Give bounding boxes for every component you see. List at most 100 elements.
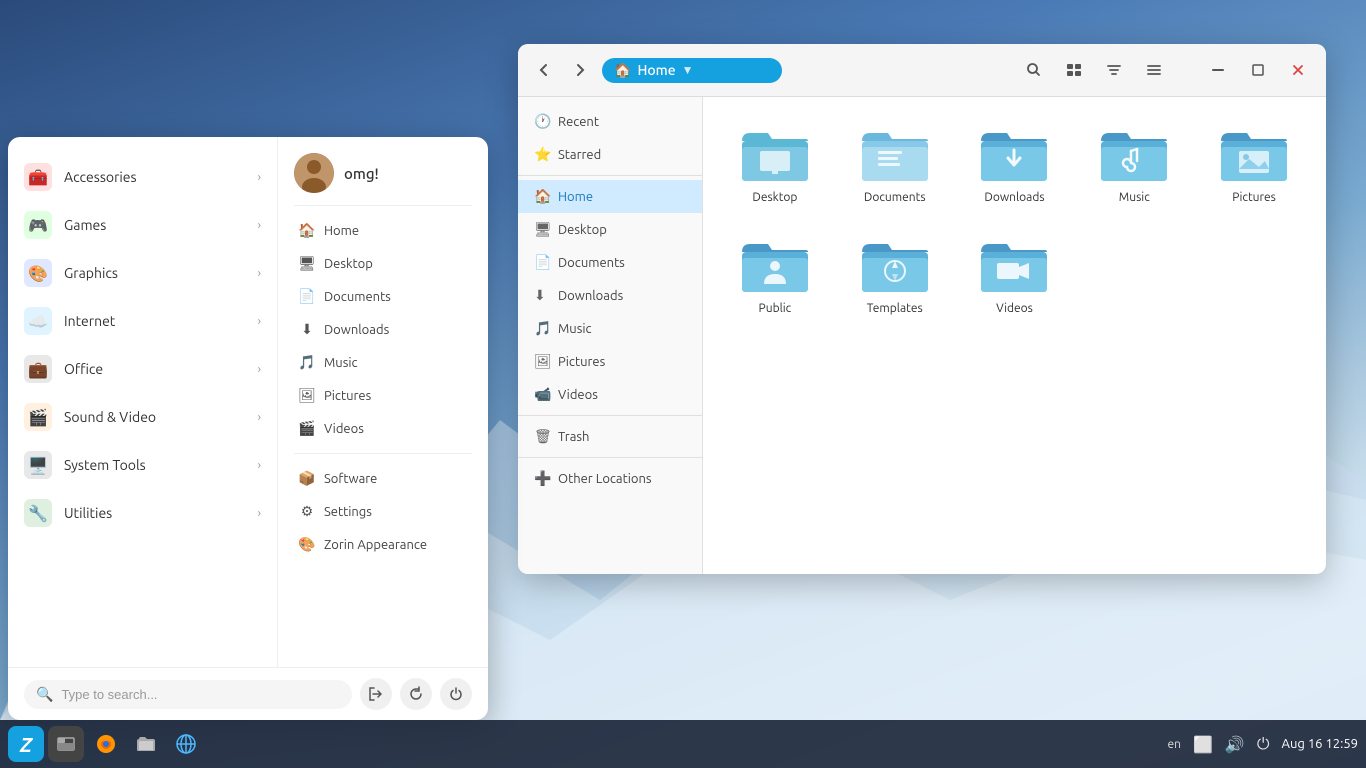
search-icon: 🔍 — [36, 686, 53, 703]
category-accessories-label: Accessories — [64, 169, 246, 185]
folder-downloads[interactable]: Downloads — [963, 117, 1067, 212]
sidebar-item-other-locations[interactable]: ➕ Other Locations — [518, 462, 702, 495]
category-games[interactable]: 🎮 Games › — [8, 201, 277, 249]
sidebar-item-starred[interactable]: ⭐ Starred — [518, 138, 702, 171]
fm-search-button[interactable] — [1018, 54, 1050, 86]
nav-pictures[interactable]: 🖼 Pictures — [294, 379, 472, 412]
graphics-arrow: › — [258, 267, 261, 280]
sidebar-item-videos[interactable]: 📹 Videos — [518, 378, 702, 411]
fm-body: 🕐 Recent ⭐ Starred 🏠 Home 🖥 Desktop 📄 Do… — [518, 97, 1326, 574]
category-graphics[interactable]: 🎨 Graphics › — [8, 249, 277, 297]
keyboard-layout[interactable]: en — [1168, 738, 1181, 751]
taskbar: Z — [0, 720, 1366, 768]
sidebar-item-desktop-label: Desktop — [558, 223, 607, 237]
nav-music-label: Music — [324, 356, 358, 370]
sidebar-item-desktop[interactable]: 🖥 Desktop — [518, 213, 702, 246]
folder-music[interactable]: Music — [1082, 117, 1186, 212]
sound-video-icon: 🎬 — [24, 403, 52, 431]
nav-videos[interactable]: 🎬 Videos — [294, 412, 472, 445]
power-tray-icon[interactable]: ⏻ — [1257, 735, 1270, 754]
office-arrow: › — [258, 363, 261, 376]
sidebar-item-documents-label: Documents — [558, 256, 625, 270]
fm-location-bar[interactable]: 🏠 Home ▼ — [602, 58, 782, 83]
system-tools-arrow: › — [258, 459, 261, 472]
power-button[interactable] — [440, 678, 472, 710]
music-nav-icon: 🎵 — [298, 354, 316, 371]
datetime-display[interactable]: Aug 16 12:59 — [1282, 737, 1359, 751]
taskbar-zorin-menu[interactable]: Z — [8, 726, 44, 762]
category-accessories[interactable]: 🧰 Accessories › — [8, 153, 277, 201]
taskbar-globe-button[interactable] — [168, 726, 204, 762]
music-icon: 🎵 — [534, 320, 550, 337]
category-graphics-label: Graphics — [64, 265, 246, 281]
home-nav-icon: 🏠 — [298, 222, 316, 239]
taskbar-firefox-button[interactable] — [88, 726, 124, 762]
nav-zorin-appearance-label: Zorin Appearance — [324, 538, 427, 552]
fm-close-button[interactable] — [1282, 54, 1314, 86]
folder-downloads-label: Downloads — [984, 191, 1044, 204]
nav-settings[interactable]: ⚙ Settings — [294, 495, 472, 528]
sidebar-item-documents[interactable]: 📄 Documents — [518, 246, 702, 279]
folder-templates[interactable]: Templates — [843, 228, 947, 323]
folder-documents-label: Documents — [864, 191, 926, 204]
sidebar-item-trash[interactable]: 🗑 Trash — [518, 420, 702, 453]
nav-software-label: Software — [324, 472, 377, 486]
zorin-appearance-icon: 🎨 — [298, 536, 316, 553]
volume-icon[interactable]: 🔊 — [1225, 735, 1245, 754]
taskbar-file-manager-button[interactable] — [128, 726, 164, 762]
logout-button[interactable] — [360, 678, 392, 710]
nav-zorin-appearance[interactable]: 🎨 Zorin Appearance — [294, 528, 472, 561]
nav-documents[interactable]: 📄 Documents — [294, 280, 472, 313]
sidebar-item-starred-label: Starred — [558, 148, 601, 162]
workspace-indicator[interactable]: ⬜ — [1193, 735, 1213, 754]
category-sound-video[interactable]: 🎬 Sound & Video › — [8, 393, 277, 441]
folder-videos[interactable]: Videos — [963, 228, 1067, 323]
taskbar-files-button[interactable] — [48, 726, 84, 762]
sidebar-divider-3 — [518, 457, 702, 458]
category-system-tools-label: System Tools — [64, 457, 246, 473]
fm-sort-button[interactable] — [1098, 54, 1130, 86]
sidebar-item-music[interactable]: 🎵 Music — [518, 312, 702, 345]
folder-documents[interactable]: Documents — [843, 117, 947, 212]
system-tools-icon: 🖥️ — [24, 451, 52, 479]
sidebar-item-music-label: Music — [558, 322, 592, 336]
fm-titlebar: 🏠 Home ▼ — [518, 44, 1326, 97]
folder-desktop[interactable]: Desktop — [723, 117, 827, 212]
videos-nav-icon: 🎬 — [298, 420, 316, 437]
fm-menu-button[interactable] — [1138, 54, 1170, 86]
sidebar-item-home[interactable]: 🏠 Home — [518, 180, 702, 213]
category-utilities[interactable]: 🔧 Utilities › — [8, 489, 277, 537]
nav-downloads[interactable]: ⬇ Downloads — [294, 313, 472, 346]
zorin-logo: Z — [20, 733, 33, 756]
fm-minimize-button[interactable] — [1202, 54, 1234, 86]
sidebar-item-downloads[interactable]: ⬇ Downloads — [518, 279, 702, 312]
games-icon: 🎮 — [24, 211, 52, 239]
nav-software[interactable]: 📦 Software — [294, 462, 472, 495]
sidebar-item-recent-label: Recent — [558, 115, 599, 129]
app-menu-categories: 🧰 Accessories › 🎮 Games › 🎨 Graphics › ☁… — [8, 137, 278, 667]
search-input[interactable] — [61, 687, 340, 702]
fm-location-text: Home — [637, 62, 675, 78]
nav-music[interactable]: 🎵 Music — [294, 346, 472, 379]
refresh-button[interactable] — [400, 678, 432, 710]
fm-forward-button[interactable] — [566, 56, 594, 84]
taskbar-apps: Z — [8, 726, 204, 762]
nav-desktop[interactable]: 🖥 Desktop — [294, 247, 472, 280]
fm-maximize-button[interactable] — [1242, 54, 1274, 86]
user-name: omg! — [344, 165, 379, 182]
accessories-icon: 🧰 — [24, 163, 52, 191]
folder-pictures[interactable]: Pictures — [1202, 117, 1306, 212]
sidebar-item-pictures[interactable]: 🖼 Pictures — [518, 345, 702, 378]
sidebar-item-recent[interactable]: 🕐 Recent — [518, 105, 702, 138]
desktop-nav-icon: 🖥 — [298, 255, 316, 272]
category-office[interactable]: 💼 Office › — [8, 345, 277, 393]
fm-back-button[interactable] — [530, 56, 558, 84]
nav-settings-label: Settings — [324, 505, 372, 519]
internet-arrow: › — [258, 315, 261, 328]
category-system-tools[interactable]: 🖥️ System Tools › — [8, 441, 277, 489]
category-internet[interactable]: ☁️ Internet › — [8, 297, 277, 345]
home-icon: 🏠 — [534, 188, 550, 205]
nav-home[interactable]: 🏠 Home — [294, 214, 472, 247]
fm-view-toggle-button[interactable] — [1058, 54, 1090, 86]
folder-public[interactable]: Public — [723, 228, 827, 323]
